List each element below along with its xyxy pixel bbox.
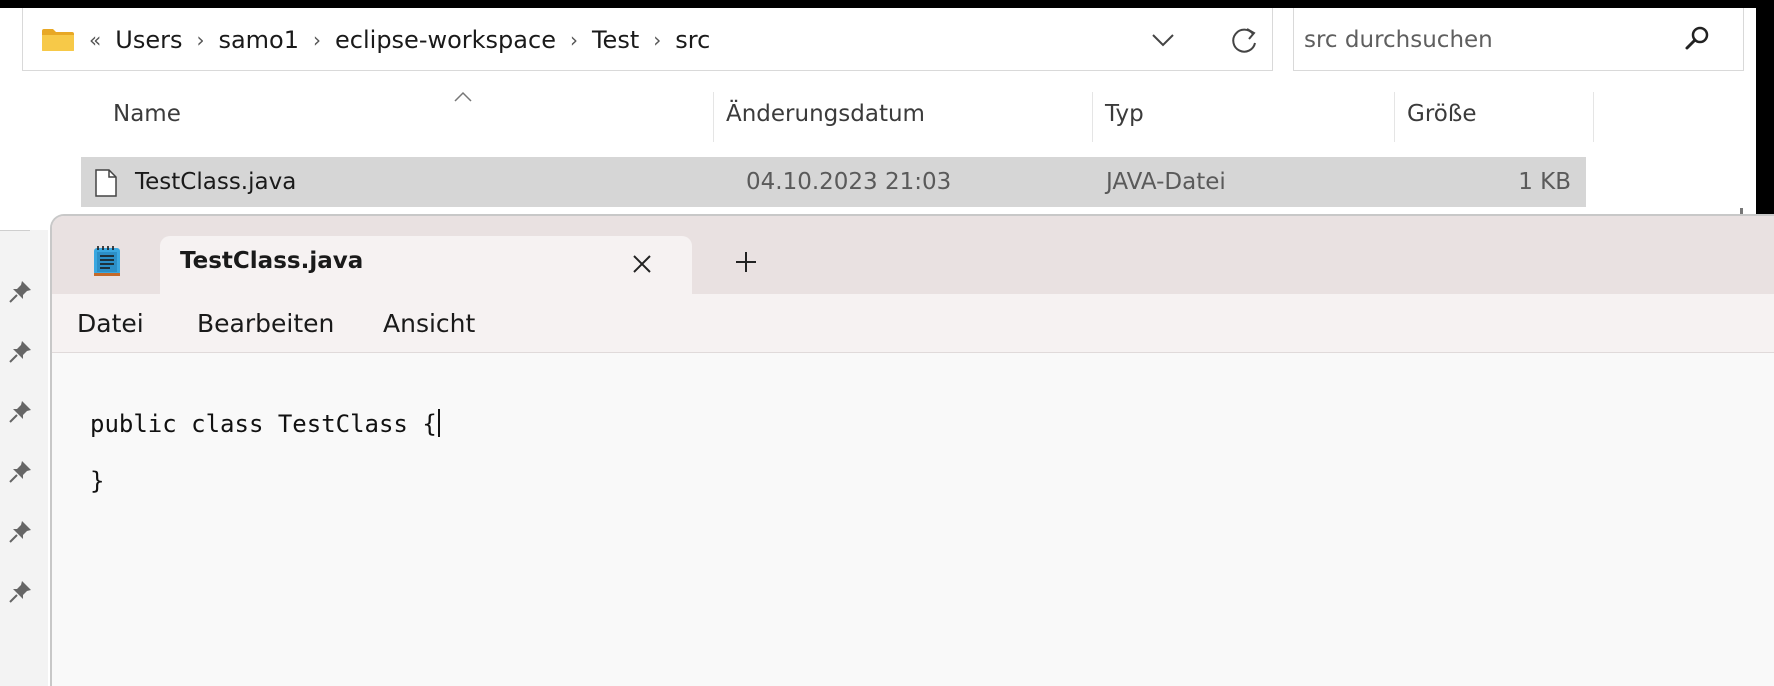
search-input[interactable] [1302,22,1666,58]
column-header-name[interactable]: Name [101,86,701,142]
breadcrumb-separator[interactable]: › [313,28,321,52]
pin-icon[interactable] [8,578,34,604]
pin-icon[interactable] [8,398,34,424]
tab-testclass-java[interactable]: TestClass.java [160,236,692,296]
breadcrumb-item-samo1[interactable]: samo1 [218,26,299,54]
file-icon [95,169,117,197]
breadcrumb-item-eclipse-workspace[interactable]: eclipse-workspace [335,26,556,54]
breadcrumb-overflow[interactable]: « [89,28,101,52]
breadcrumb-item-test[interactable]: Test [592,26,639,54]
breadcrumb-separator[interactable]: › [196,28,204,52]
menu-item-ansicht[interactable]: Ansicht [383,294,475,352]
breadcrumb-separator[interactable]: › [653,28,661,52]
pin-icon[interactable] [8,518,34,544]
address-bar[interactable]: « Users › samo1 › eclipse-workspace › Te… [22,8,1273,71]
breadcrumb-item-users[interactable]: Users [115,26,182,54]
menu-item-bearbeiten[interactable]: Bearbeiten [197,294,334,352]
pin-icon[interactable] [8,458,34,484]
chevron-down-icon[interactable] [1147,26,1179,54]
text-caret [437,409,440,437]
column-header-size[interactable]: Größe [1395,86,1575,142]
text-editor[interactable]: public class TestClass { } [52,353,1774,686]
refresh-icon[interactable] [1227,24,1261,58]
tab-label: TestClass.java [180,248,364,274]
notepad-window: TestClass.java Datei Bearbeiten Ansicht … [50,214,1774,686]
code-line-1: public class TestClass { [90,409,440,438]
quick-access-rail [0,230,48,686]
code-line-2: } [90,467,105,495]
title-bar[interactable]: TestClass.java [52,216,1774,296]
close-icon[interactable] [628,250,656,278]
pin-icon[interactable] [8,338,34,364]
file-name: TestClass.java [135,169,297,195]
column-header-type[interactable]: Typ [1093,86,1383,142]
column-header-modified[interactable]: Änderungsdatum [714,86,1064,142]
menu-bar: Datei Bearbeiten Ansicht [52,294,1774,353]
file-type: JAVA-Datei [1106,169,1226,195]
breadcrumb-separator[interactable]: › [570,28,578,52]
column-divider[interactable] [1593,92,1594,142]
column-headers: Name Änderungsdatum Typ Größe [48,86,1598,142]
search-icon[interactable] [1682,24,1712,54]
code-line-text: public class TestClass { [90,410,437,438]
table-row[interactable]: TestClass.java 04.10.2023 21:03 JAVA-Dat… [81,157,1586,207]
file-size: 1 KB [1518,169,1571,195]
menu-item-datei[interactable]: Datei [77,294,144,352]
pin-icon[interactable] [8,278,34,304]
breadcrumb: « Users › samo1 › eclipse-workspace › Te… [89,8,710,71]
plus-icon[interactable] [732,248,760,276]
divider [0,230,30,231]
folder-icon [42,29,74,51]
notepad-icon [94,246,120,276]
breadcrumb-item-src[interactable]: src [675,26,710,54]
search-box [1293,8,1744,71]
file-modified: 04.10.2023 21:03 [746,169,952,195]
